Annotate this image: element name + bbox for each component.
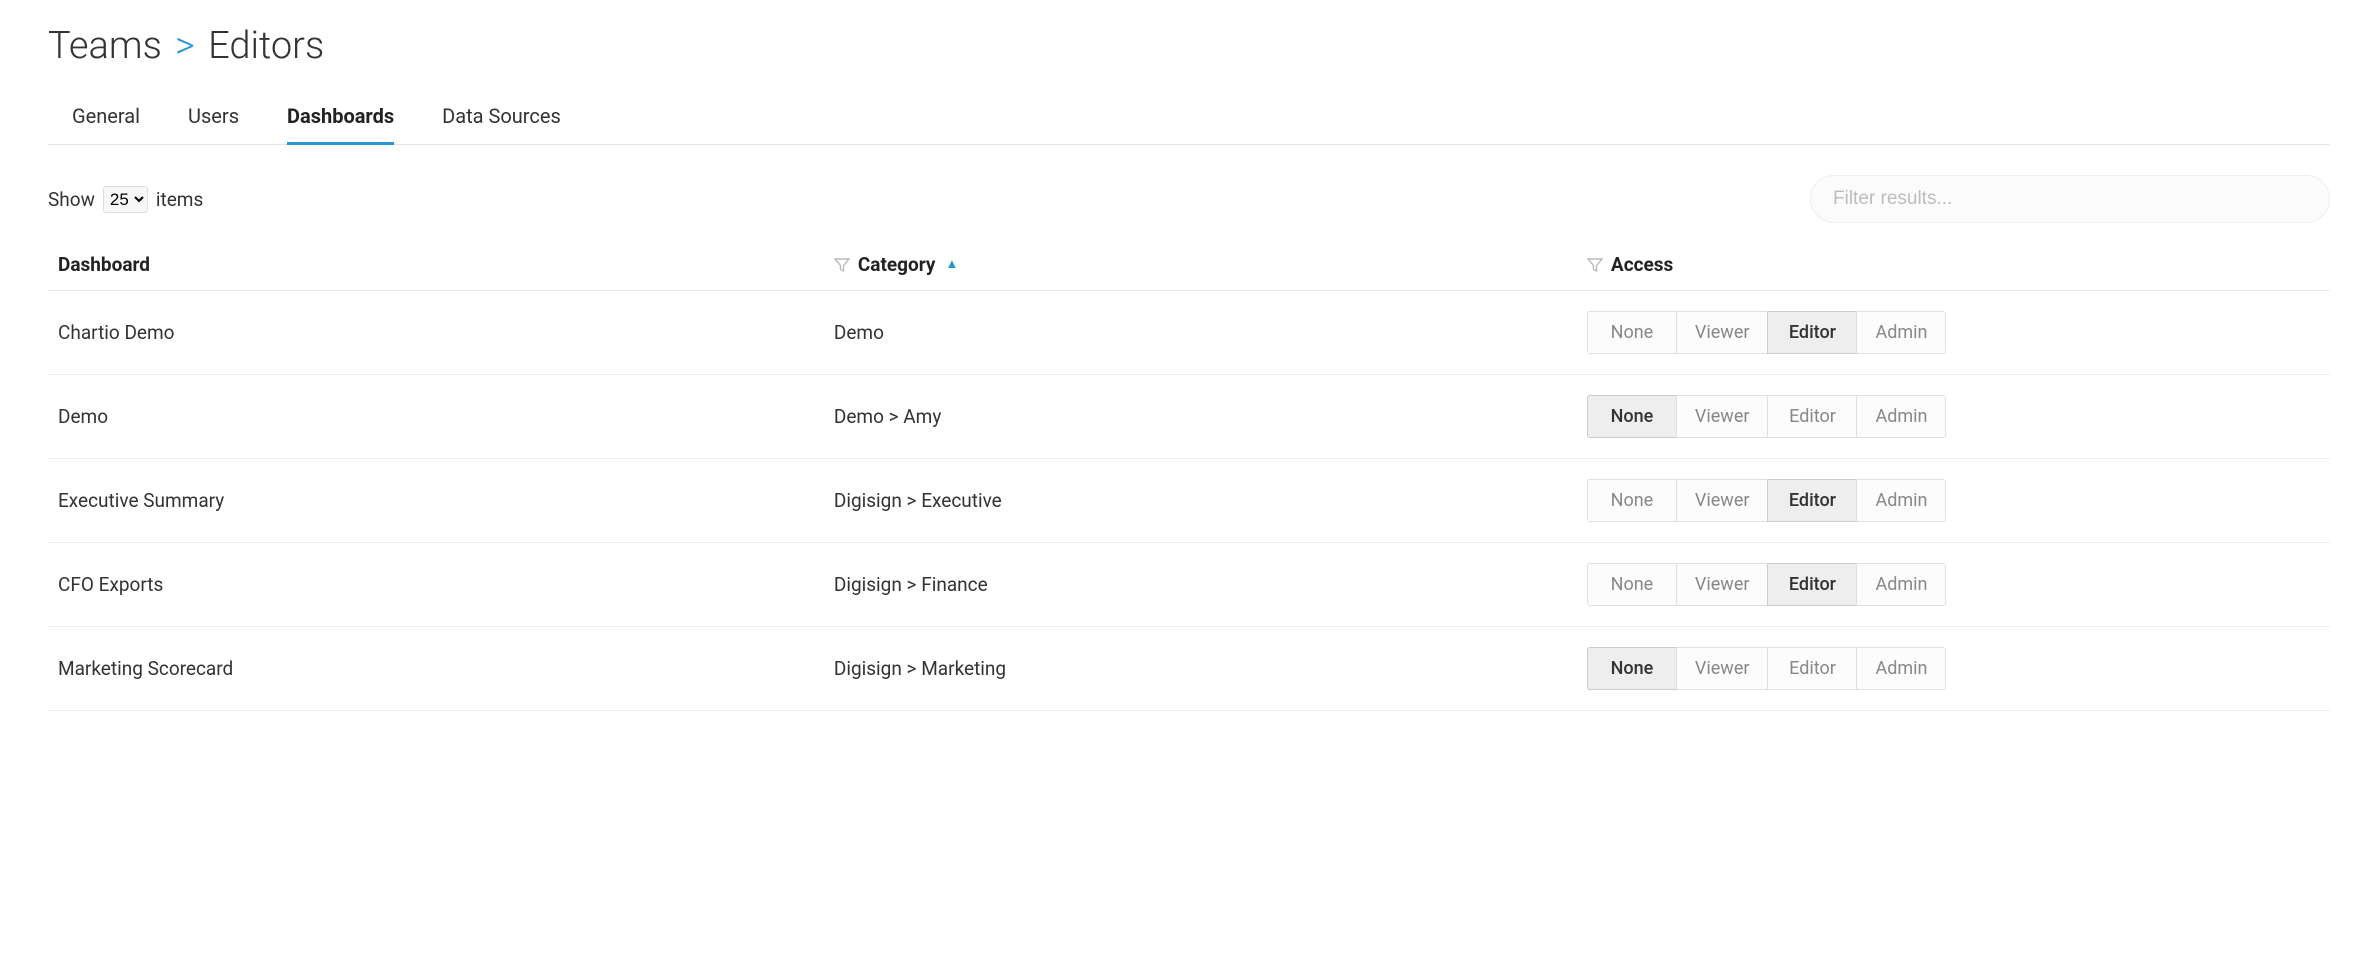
access-editor-button[interactable]: Editor — [1767, 479, 1857, 522]
access-cell: NoneViewerEditorAdmin — [1577, 627, 2330, 711]
access-cell: NoneViewerEditorAdmin — [1577, 291, 2330, 375]
sort-asc-icon: ▲ — [945, 258, 958, 271]
table-row: DemoDemo > AmyNoneViewerEditorAdmin — [48, 375, 2330, 459]
show-label-prefix: Show — [48, 188, 95, 211]
column-header-dashboard[interactable]: Dashboard — [48, 239, 824, 291]
access-editor-button[interactable]: Editor — [1767, 563, 1857, 606]
access-admin-button[interactable]: Admin — [1856, 311, 1946, 354]
access-admin-button[interactable]: Admin — [1856, 647, 1946, 690]
access-none-button[interactable]: None — [1587, 563, 1677, 606]
dashboard-name[interactable]: Executive Summary — [48, 459, 824, 543]
access-admin-button[interactable]: Admin — [1856, 479, 1946, 522]
column-header-access[interactable]: Access — [1577, 239, 2330, 291]
access-editor-button[interactable]: Editor — [1767, 395, 1857, 438]
access-cell: NoneViewerEditorAdmin — [1577, 459, 2330, 543]
dashboards-table: Dashboard Category ▲ — [48, 239, 2330, 711]
access-admin-button[interactable]: Admin — [1856, 563, 1946, 606]
access-viewer-button[interactable]: Viewer — [1676, 395, 1769, 438]
page-size-select[interactable]: 25 — [103, 186, 148, 213]
access-editor-button[interactable]: Editor — [1767, 647, 1857, 690]
dashboard-name[interactable]: Marketing Scorecard — [48, 627, 824, 711]
breadcrumb-separator-icon: > — [175, 24, 195, 68]
access-admin-button[interactable]: Admin — [1856, 395, 1946, 438]
dashboard-category: Digisign > Finance — [824, 543, 1577, 627]
access-viewer-button[interactable]: Viewer — [1676, 563, 1769, 606]
tab-dashboards[interactable]: Dashboards — [287, 104, 394, 145]
table-row: Chartio DemoDemoNoneViewerEditorAdmin — [48, 291, 2330, 375]
dashboard-category: Demo > Amy — [824, 375, 1577, 459]
filter-results-input[interactable] — [1810, 175, 2330, 223]
access-none-button[interactable]: None — [1587, 395, 1677, 438]
show-items-control: Show 25 items — [48, 186, 203, 213]
access-none-button[interactable]: None — [1587, 311, 1677, 354]
access-none-button[interactable]: None — [1587, 647, 1677, 690]
column-header-dashboard-label: Dashboard — [58, 253, 150, 276]
dashboard-category: Demo — [824, 291, 1577, 375]
table-row: Marketing ScorecardDigisign > MarketingN… — [48, 627, 2330, 711]
access-viewer-button[interactable]: Viewer — [1676, 647, 1769, 690]
table-row: Executive SummaryDigisign > ExecutiveNon… — [48, 459, 2330, 543]
breadcrumb: Teams > Editors — [48, 24, 2330, 68]
access-editor-button[interactable]: Editor — [1767, 311, 1857, 354]
access-button-group: NoneViewerEditorAdmin — [1587, 395, 1947, 438]
column-header-category-label: Category — [858, 253, 936, 276]
dashboard-category: Digisign > Marketing — [824, 627, 1577, 711]
breadcrumb-current: Editors — [208, 24, 324, 68]
dashboard-name[interactable]: CFO Exports — [48, 543, 824, 627]
dashboard-category: Digisign > Executive — [824, 459, 1577, 543]
show-label-suffix: items — [156, 188, 203, 211]
access-viewer-button[interactable]: Viewer — [1676, 311, 1769, 354]
tabs: General Users Dashboards Data Sources — [48, 104, 2330, 145]
access-button-group: NoneViewerEditorAdmin — [1587, 563, 1947, 606]
tab-data-sources[interactable]: Data Sources — [442, 104, 561, 145]
tab-general[interactable]: General — [72, 104, 140, 145]
table-row: CFO ExportsDigisign > FinanceNoneViewerE… — [48, 543, 2330, 627]
access-button-group: NoneViewerEditorAdmin — [1587, 647, 1947, 690]
breadcrumb-parent[interactable]: Teams — [48, 24, 162, 68]
filter-icon[interactable] — [1587, 257, 1603, 273]
dashboard-name[interactable]: Demo — [48, 375, 824, 459]
access-viewer-button[interactable]: Viewer — [1676, 479, 1769, 522]
access-cell: NoneViewerEditorAdmin — [1577, 543, 2330, 627]
tab-users[interactable]: Users — [188, 104, 239, 145]
access-button-group: NoneViewerEditorAdmin — [1587, 311, 1947, 354]
access-button-group: NoneViewerEditorAdmin — [1587, 479, 1947, 522]
access-cell: NoneViewerEditorAdmin — [1577, 375, 2330, 459]
access-none-button[interactable]: None — [1587, 479, 1677, 522]
column-header-category[interactable]: Category ▲ — [824, 239, 1577, 291]
column-header-access-label: Access — [1611, 253, 1673, 276]
dashboard-name[interactable]: Chartio Demo — [48, 291, 824, 375]
filter-icon[interactable] — [834, 257, 850, 273]
